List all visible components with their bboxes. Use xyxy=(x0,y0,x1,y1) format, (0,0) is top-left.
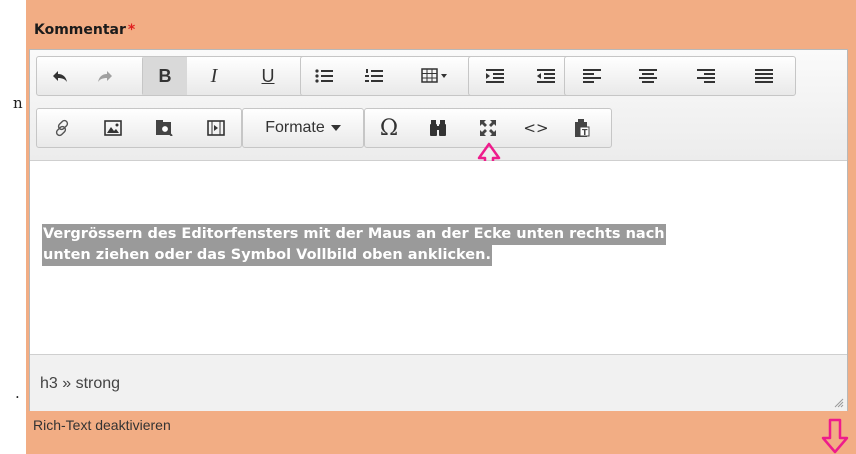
indent-button[interactable] xyxy=(469,57,520,95)
align-right-icon xyxy=(697,68,715,84)
align-group xyxy=(564,56,796,96)
svg-text:T: T xyxy=(582,128,588,137)
align-right-button[interactable] xyxy=(677,57,735,95)
media-icon xyxy=(207,120,225,136)
format-group: Formate xyxy=(242,108,364,148)
code-icon: <> xyxy=(523,119,549,137)
list-group xyxy=(300,56,476,96)
undo-button[interactable] xyxy=(37,57,82,95)
media-browser-icon xyxy=(156,120,174,136)
stray-glyph-top: n xyxy=(13,94,23,112)
justify-icon xyxy=(755,68,773,84)
format-combo[interactable]: Formate xyxy=(243,109,363,147)
paste-text-button[interactable]: T xyxy=(559,109,605,147)
media-button[interactable] xyxy=(191,109,241,147)
caret-down-icon xyxy=(330,125,341,131)
paste-text-icon: T xyxy=(574,119,590,137)
field-label-text: Kommentar xyxy=(34,22,126,38)
align-center-icon xyxy=(639,68,657,84)
page-left-margin xyxy=(0,0,26,454)
align-center-button[interactable] xyxy=(619,57,677,95)
bulleted-list-icon xyxy=(315,68,333,84)
format-combo-label: Formate xyxy=(265,119,325,136)
rich-text-toggle-link[interactable]: Rich-Text deaktivieren xyxy=(33,417,171,433)
table-button[interactable] xyxy=(401,57,469,95)
special-char-button[interactable]: Ω xyxy=(365,109,413,147)
underline-icon: U xyxy=(261,65,275,86)
redo-icon xyxy=(96,68,114,84)
outdent-icon xyxy=(536,68,555,84)
bulleted-list-button[interactable] xyxy=(301,57,347,95)
fullscreen-icon xyxy=(479,119,497,137)
bold-icon: B xyxy=(158,65,172,86)
image-button[interactable] xyxy=(87,109,139,147)
indent-icon xyxy=(485,68,504,84)
align-left-icon xyxy=(583,68,601,84)
binoculars-icon xyxy=(429,119,447,137)
link-icon xyxy=(53,119,71,137)
omega-icon: Ω xyxy=(379,115,399,141)
bold-button[interactable]: B xyxy=(143,57,187,95)
rich-text-editor: B I U Formate Ω <> T Vergrössern des Edi… xyxy=(29,49,848,411)
content-line-1: Vergrössern des Editorfensters mit der M… xyxy=(42,224,666,245)
indent-group xyxy=(468,56,572,96)
source-code-button[interactable]: <> xyxy=(513,109,559,147)
resize-grip-icon[interactable] xyxy=(832,396,844,408)
element-path[interactable]: h3 » strong xyxy=(40,375,120,393)
undo-icon xyxy=(51,68,69,84)
history-group xyxy=(36,56,152,96)
editor-statusbar: h3 » strong xyxy=(30,354,847,411)
required-marker: * xyxy=(127,22,136,38)
align-left-button[interactable] xyxy=(565,57,619,95)
insert-group xyxy=(36,108,242,148)
italic-button[interactable]: I xyxy=(187,57,241,95)
editor-content[interactable]: Vergrössern des Editorfensters mit der M… xyxy=(30,161,847,354)
table-icon xyxy=(421,68,449,84)
numbered-list-button[interactable] xyxy=(347,57,401,95)
annotation-arrow-down xyxy=(820,418,850,454)
link-button[interactable] xyxy=(37,109,87,147)
underline-button[interactable]: U xyxy=(241,57,295,95)
editor-toolbar: B I U Formate Ω <> T xyxy=(30,50,847,178)
numbered-list-icon xyxy=(365,68,383,84)
media-browser-button[interactable] xyxy=(139,109,191,147)
find-button[interactable] xyxy=(413,109,463,147)
field-label: Kommentar * xyxy=(34,22,135,38)
redo-button[interactable] xyxy=(82,57,127,95)
stray-glyph-bottom: . xyxy=(15,384,20,402)
image-icon xyxy=(104,120,122,136)
justify-button[interactable] xyxy=(735,57,793,95)
style-group: B I U xyxy=(142,56,310,96)
content-line-2: unten ziehen oder das Symbol Vollbild ob… xyxy=(42,245,492,266)
italic-icon: I xyxy=(210,64,218,87)
